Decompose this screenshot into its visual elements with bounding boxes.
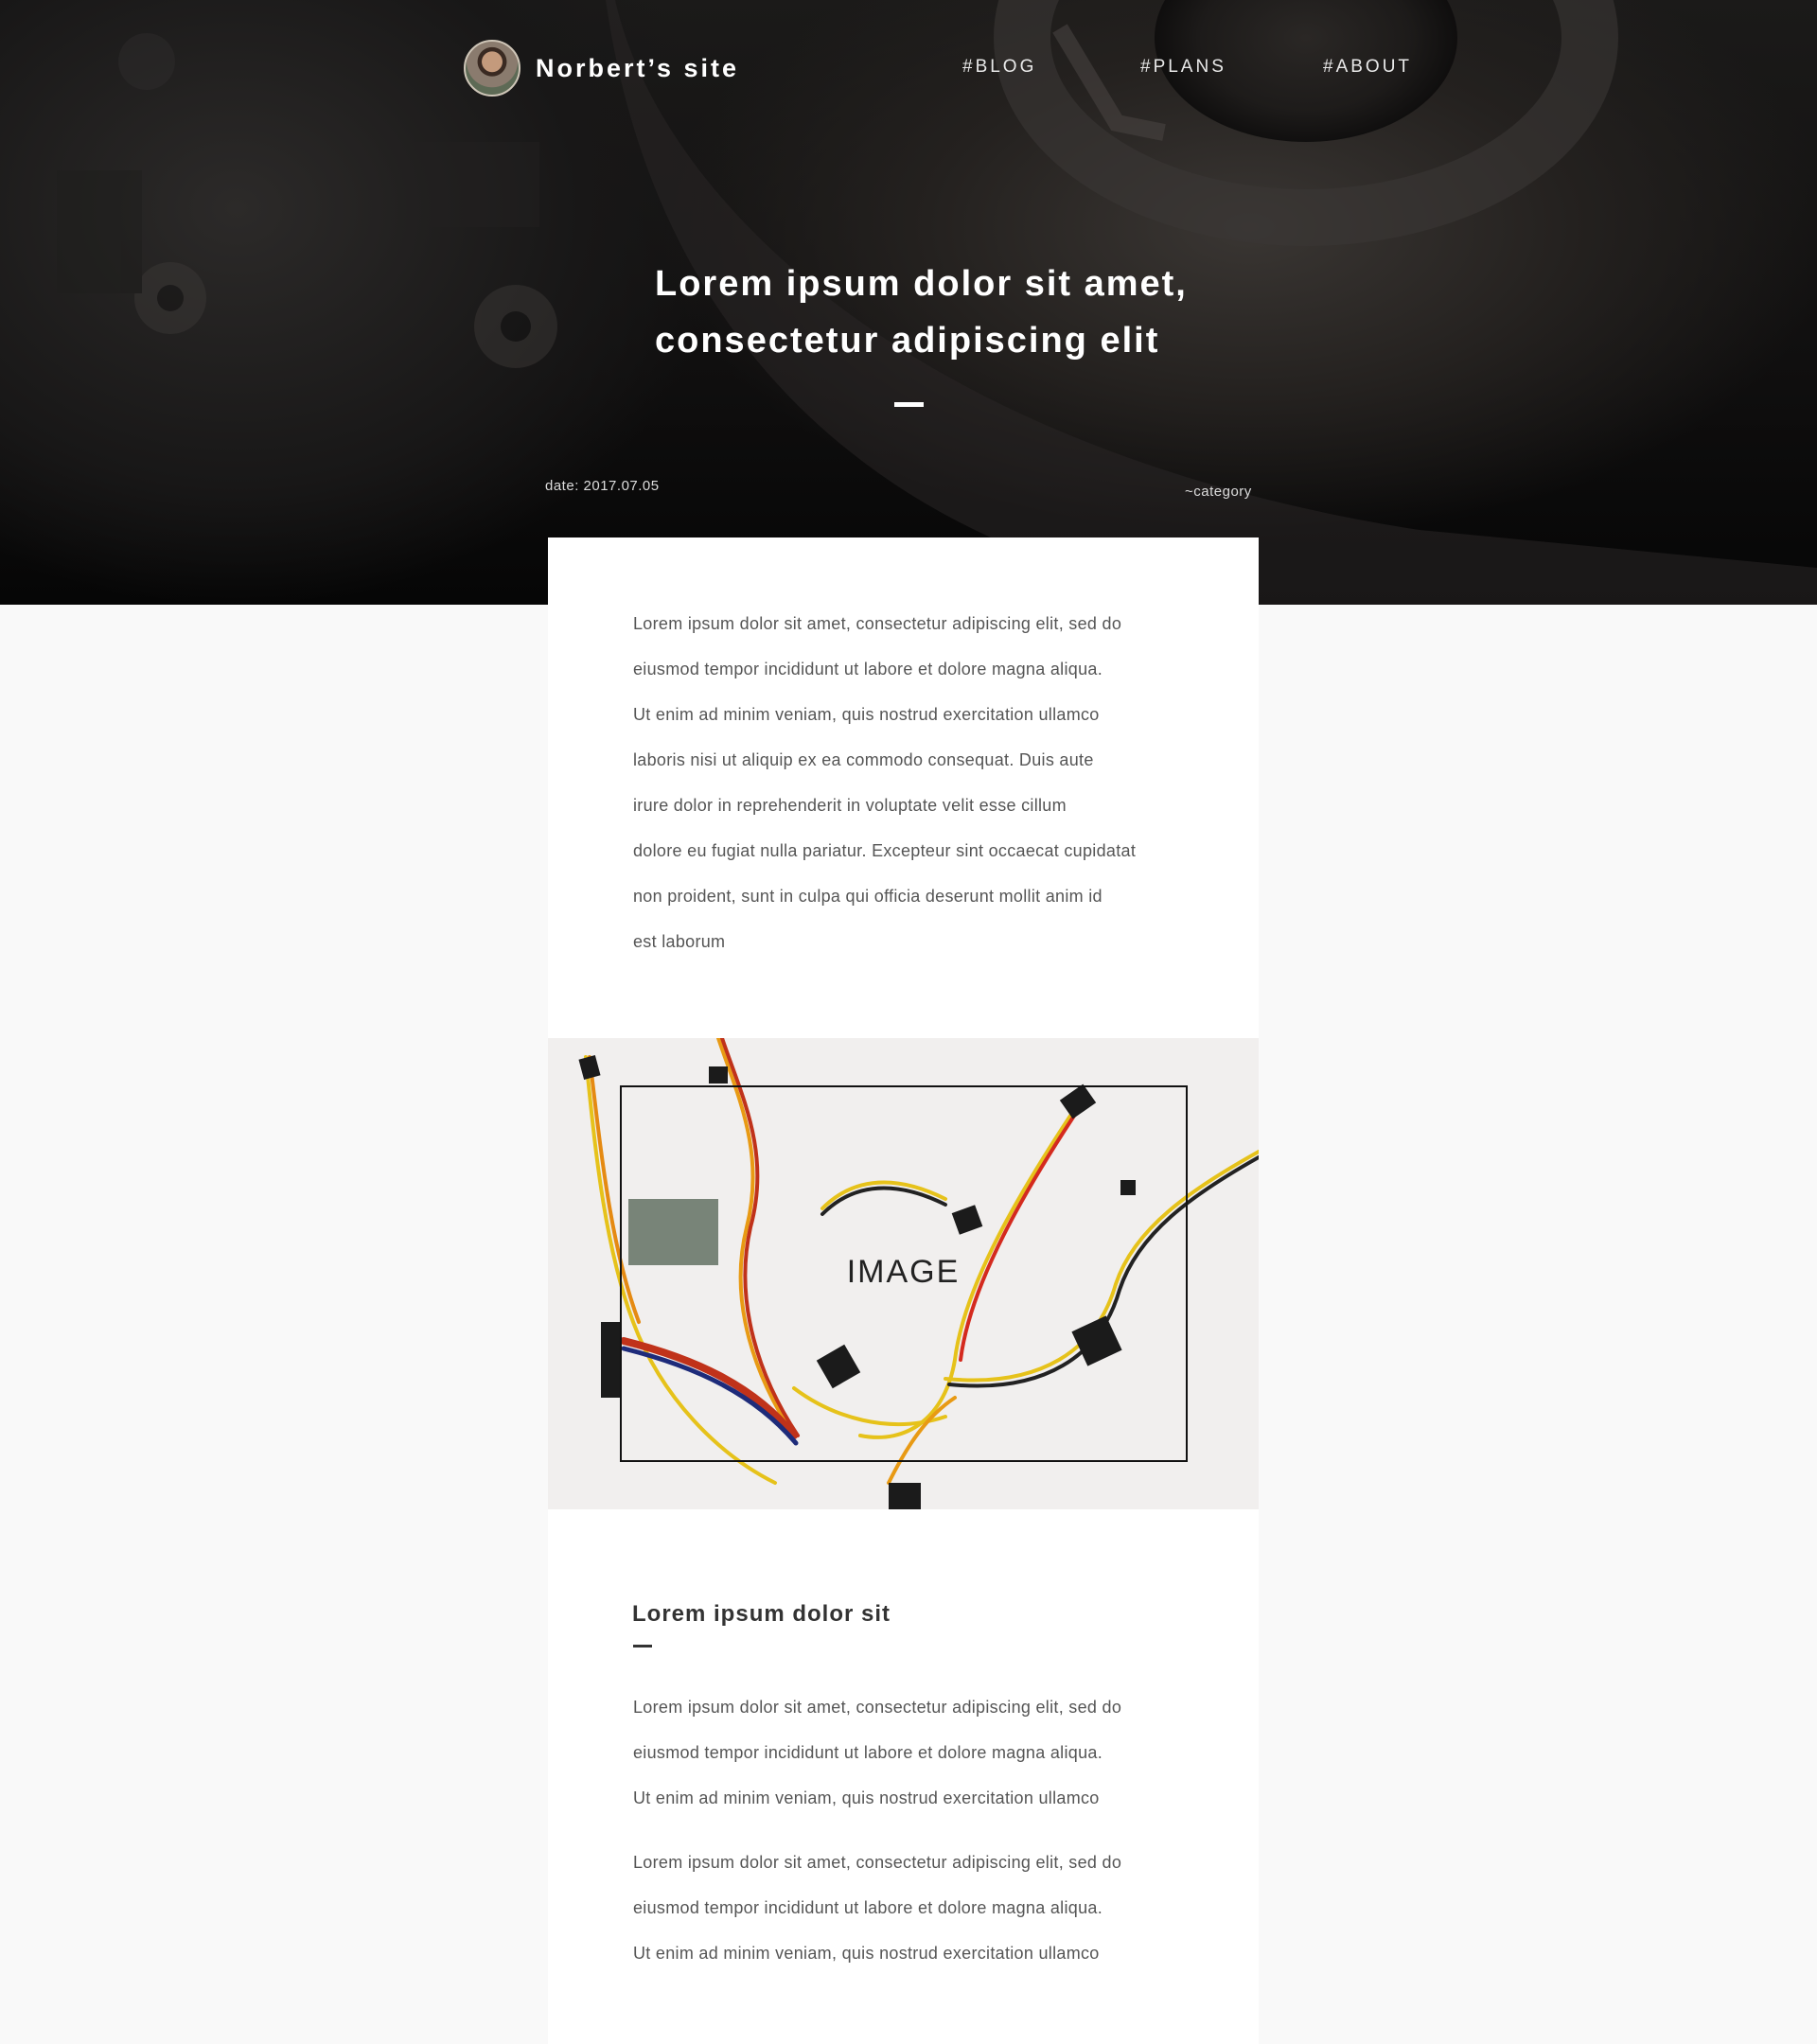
text-line: Lorem ipsum dolor sit amet, consectetur … — [633, 1698, 1122, 1717]
section-heading: Lorem ipsum dolor sit — [632, 1601, 891, 1627]
text-line: eiusmod tempor incididunt ut labore et d… — [633, 1743, 1103, 1762]
text-line: Ut enim ad minim veniam, quis nostrud ex… — [633, 1944, 1100, 1963]
hero-banner: Norbert’s site #BLOG #PLANS #ABOUT Lorem… — [0, 0, 1817, 605]
title-divider — [894, 402, 924, 407]
nav-link-blog[interactable]: #BLOG — [962, 57, 1036, 78]
nav-link-plans[interactable]: #PLANS — [1140, 57, 1226, 78]
text-line: Ut enim ad minim veniam, quis nostrud ex… — [633, 705, 1100, 724]
article-card: Lorem ipsum dolor sit amet, consectetur … — [548, 537, 1259, 2044]
text-line: laboris nisi ut aliquip ex ea commodo co… — [633, 750, 1094, 769]
text-line: non proident, sunt in culpa qui officia … — [633, 887, 1103, 906]
post-category[interactable]: ~category — [1185, 484, 1252, 500]
post-title-line-1: Lorem ipsum dolor sit amet, — [655, 264, 1188, 304]
post-title: Lorem ipsum dolor sit amet, consectetur … — [655, 256, 1261, 369]
post-date: date: 2017.07.05 — [545, 478, 660, 494]
image-placeholder-label: IMAGE — [846, 1254, 961, 1290]
nav-link-about[interactable]: #ABOUT — [1323, 57, 1412, 78]
intro-paragraph: Lorem ipsum dolor sit amet, consectetur … — [633, 601, 1201, 964]
avatar — [464, 40, 520, 97]
text-line: dolore eu fugiat nulla pariatur. Excepte… — [633, 841, 1137, 860]
section-paragraph-1: Lorem ipsum dolor sit amet, consectetur … — [633, 1684, 1201, 1821]
text-line: Ut enim ad minim veniam, quis nostrud ex… — [633, 1788, 1100, 1807]
section-paragraph-2: Lorem ipsum dolor sit amet, consectetur … — [633, 1840, 1201, 1976]
post-title-line-2: consectetur adipiscing elit — [655, 321, 1160, 361]
article-image: IMAGE — [548, 1038, 1259, 1509]
text-line: eiusmod tempor incididunt ut labore et d… — [633, 660, 1103, 678]
text-line: eiusmod tempor incididunt ut labore et d… — [633, 1898, 1103, 1917]
section-divider — [633, 1645, 652, 1648]
text-line: est laborum — [633, 932, 726, 951]
text-line: Lorem ipsum dolor sit amet, consectetur … — [633, 1853, 1122, 1872]
site-name[interactable]: Norbert’s site — [536, 54, 739, 83]
text-line: irure dolor in reprehenderit in voluptat… — [633, 796, 1067, 815]
text-line: Lorem ipsum dolor sit amet, consectetur … — [633, 614, 1122, 633]
site-brand[interactable]: Norbert’s site — [464, 40, 739, 97]
